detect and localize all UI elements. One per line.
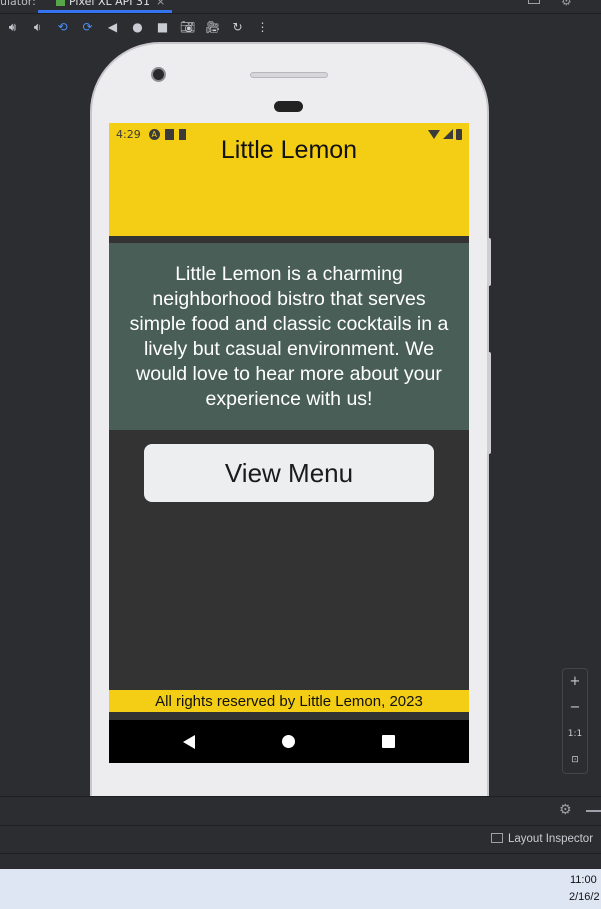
clock-time: 11:00 <box>570 874 597 886</box>
footer: All rights reserved by Little Lemon, 202… <box>109 690 469 712</box>
zoom-fit-icon[interactable]: ⊡ <box>571 753 579 767</box>
restore-window-icon[interactable] <box>528 0 540 4</box>
zoom-controls: + − 1:1 ⊡ <box>562 668 588 774</box>
panel-minimize-icon[interactable] <box>586 810 601 812</box>
volume-up-icon[interactable]: 🔊︎ <box>0 16 25 38</box>
app-title: Little Lemon <box>220 136 358 164</box>
home-circle-icon[interactable]: ● <box>125 16 150 38</box>
close-tab-icon[interactable]: × <box>156 0 165 8</box>
tab-emulator-device[interactable]: Pixel XL API 31 × <box>50 0 171 8</box>
zoom-in-icon[interactable]: + <box>570 675 581 689</box>
tab-label: Pixel XL API 31 <box>69 0 150 8</box>
status-strip: Layout Inspector <box>0 825 601 853</box>
nav-recents-icon[interactable] <box>382 735 396 748</box>
zoom-actual-size-button[interactable]: 1:1 <box>568 727 582 741</box>
power-button[interactable] <box>487 238 491 286</box>
front-camera-icon <box>151 67 166 82</box>
layout-inspector-label: Layout Inspector <box>508 833 594 845</box>
android-studio-emulator-window: ulator: Pixel XL API 31 × ⚙ 🔊︎ 🔉︎ ⟲ ⟳ ◀ ●… <box>0 0 601 909</box>
screen-record-icon[interactable]: 🎥︎ <box>200 16 225 38</box>
view-menu-button[interactable]: View Menu <box>144 444 434 502</box>
speaker-grille <box>250 72 328 78</box>
settings-gear-icon[interactable]: ⚙ <box>561 0 572 8</box>
os-taskbar: 11:00 2/16/2 <box>0 869 601 909</box>
layout-inspector-icon <box>491 833 503 843</box>
zoom-out-icon[interactable]: − <box>570 701 581 715</box>
volume-rocker[interactable] <box>487 352 491 454</box>
ide-status-bar <box>0 853 601 869</box>
bottom-tool-header: ⚙ <box>0 796 601 825</box>
tab-prefix-label: ulator: <box>0 0 36 8</box>
emulator-toolbar: 🔊︎ 🔉︎ ⟲ ⟳ ◀ ● ■ 📷︎ 🎥︎ ↻ ⋮ <box>0 15 601 39</box>
back-triangle-icon[interactable]: ◀ <box>100 16 125 38</box>
earpiece-icon <box>274 101 303 112</box>
device-icon <box>56 0 65 6</box>
layout-inspector-link[interactable]: Layout Inspector <box>491 833 593 845</box>
nav-back-icon[interactable] <box>182 734 195 749</box>
device-screen: 4:29 A Little Lemon Little Lemon is a ch… <box>109 123 469 763</box>
overview-square-icon[interactable]: ■ <box>150 16 175 38</box>
panel-settings-icon[interactable]: ⚙ <box>559 802 572 818</box>
nav-home-icon[interactable] <box>281 735 295 748</box>
app-header: 4:29 A Little Lemon <box>109 123 469 236</box>
tab-strip: ulator: Pixel XL API 31 × ⚙ <box>0 0 601 14</box>
active-tab-indicator <box>38 10 172 13</box>
rotate-left-icon[interactable]: ⟲ <box>50 16 75 38</box>
header-divider <box>109 236 469 243</box>
welcome-text: Little Lemon is a charming neighborhood … <box>129 262 449 410</box>
volume-down-icon[interactable]: 🔉︎ <box>25 16 50 38</box>
welcome-card: Little Lemon is a charming neighborhood … <box>109 243 469 430</box>
more-options-icon[interactable]: ⋮ <box>250 16 275 38</box>
rotate-right-icon[interactable]: ⟳ <box>75 16 100 38</box>
clock-date: 2/16/2 <box>569 891 600 903</box>
system-nav-bar <box>109 720 469 763</box>
snapshot-restore-icon[interactable]: ↻ <box>225 16 250 38</box>
screenshot-camera-icon[interactable]: 📷︎ <box>175 16 200 38</box>
